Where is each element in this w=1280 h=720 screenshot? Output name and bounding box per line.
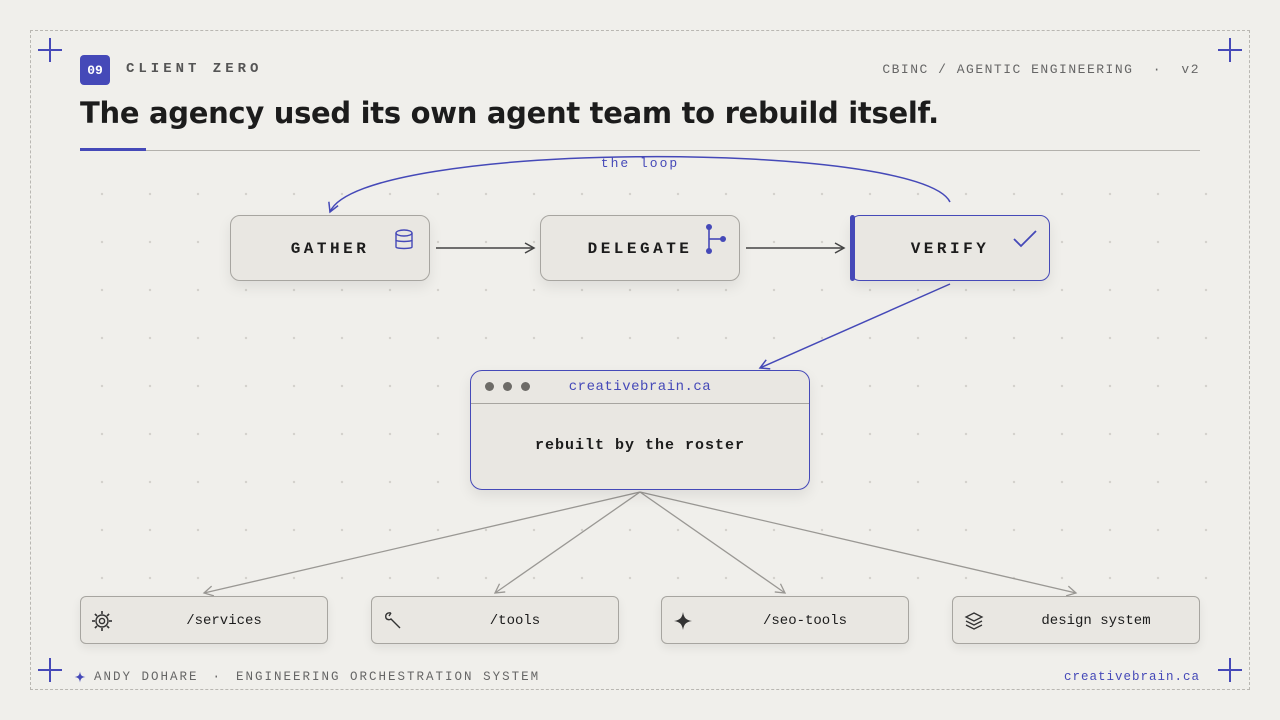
step-verify: VERIFY	[850, 215, 1050, 281]
footer-separator: ·	[212, 670, 223, 684]
output-seo-tools: /seo-tools	[661, 596, 909, 644]
footer-site-link[interactable]: creativebrain.ca	[1064, 670, 1200, 684]
step-gather: GATHER	[230, 215, 430, 281]
step-delegate: DELEGATE	[540, 215, 740, 281]
arrow-site-design-system	[639, 491, 1078, 597]
database-icon	[395, 229, 413, 250]
check-icon	[1013, 230, 1037, 248]
site-browser-window: creativebrain.ca rebuilt by the roster	[470, 370, 810, 490]
arrow-verify-site	[758, 283, 951, 370]
loop-label: the loop	[600, 156, 680, 171]
wrench-icon	[385, 612, 401, 629]
output-label: /services	[186, 613, 262, 629]
browser-caption: rebuilt by the roster	[534, 437, 746, 454]
footer-author: ANDY DOHARE	[94, 670, 199, 684]
output-label: /tools	[489, 613, 541, 629]
sparkle-icon	[74, 671, 86, 683]
branch-icon	[706, 224, 726, 254]
browser-url: creativebrain.ca	[568, 379, 712, 395]
arrow-site-seo-tools	[639, 491, 787, 594]
output-design-system: design system	[952, 596, 1200, 644]
footer-credits: ANDY DOHARE · ENGINEERING ORCHESTRATION …	[74, 670, 540, 684]
output-tools: /tools	[371, 596, 619, 644]
output-label: /seo-tools	[762, 613, 847, 629]
output-services: /services	[80, 596, 328, 644]
footer-system: ENGINEERING ORCHESTRATION SYSTEM	[236, 670, 541, 684]
layers-icon	[964, 612, 984, 630]
gear-icon	[92, 611, 112, 631]
arrow-site-services	[202, 491, 641, 597]
output-label: design system	[1041, 613, 1151, 629]
browser-title-bar: creativebrain.ca	[471, 371, 809, 404]
arrow-site-tools	[493, 491, 641, 594]
sparkle-icon	[674, 612, 692, 630]
